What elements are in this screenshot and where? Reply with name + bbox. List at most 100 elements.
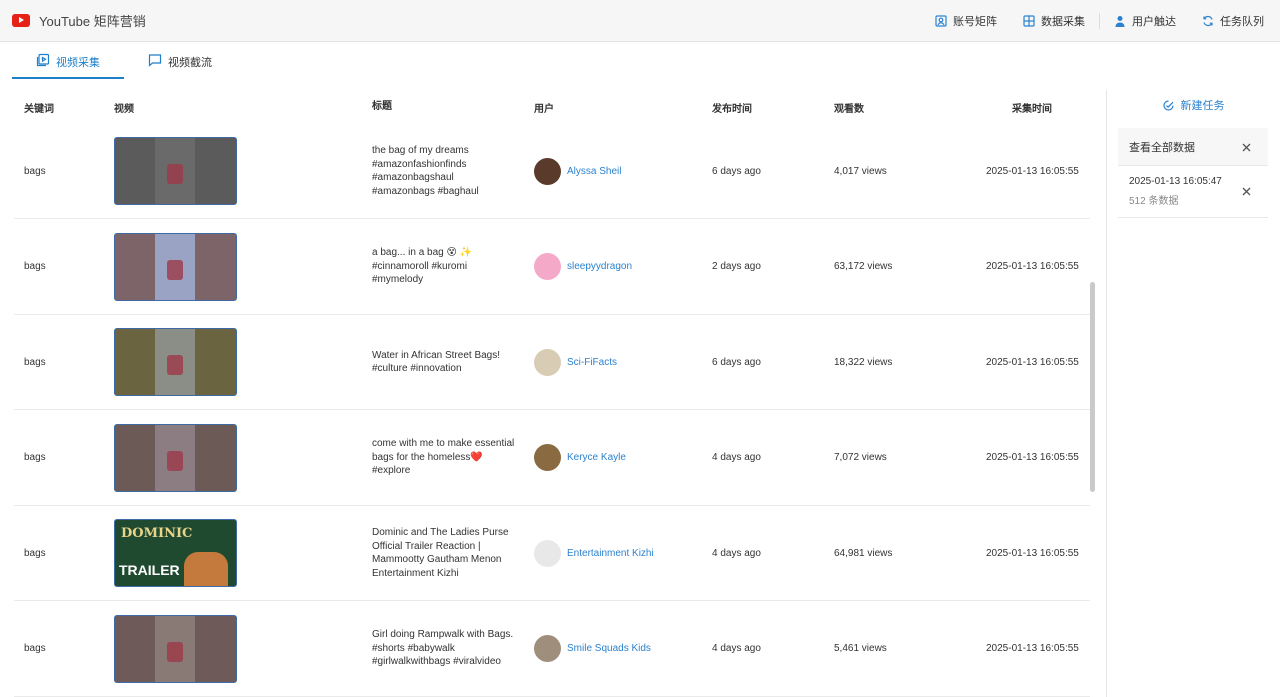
new-task-button[interactable]: 新建任务: [1118, 90, 1268, 120]
top-bar: YouTube 矩阵营销 账号矩阵 数据采集 用户触达 任务队列: [0, 0, 1280, 42]
table-row[interactable]: bags Water in African Street Bags! #cult…: [14, 315, 1090, 410]
views-cell: 4,017 views: [834, 165, 887, 177]
published-cell: 6 days ago: [712, 165, 761, 177]
nav-label: 账号矩阵: [953, 16, 997, 28]
tab-label: 视频采集: [56, 57, 100, 69]
tab-bar: 视频采集 视频截流: [12, 50, 236, 79]
scrollbar-thumb[interactable]: [1090, 282, 1095, 492]
refresh-icon: [1203, 15, 1213, 27]
add-task-icon: [1162, 99, 1174, 111]
avatar: [534, 253, 561, 280]
table-row[interactable]: bags come with me to make essential bags…: [14, 411, 1090, 506]
title-cell: Dominic and The Ladies Purse Official Tr…: [372, 527, 509, 579]
nav-account-matrix[interactable]: 账号矩阵: [935, 13, 997, 29]
video-thumbnail[interactable]: [114, 232, 237, 301]
user-cell[interactable]: Alyssa Sheil: [534, 157, 621, 185]
avatar: [534, 635, 561, 662]
thumb-subcaption: TRAILER: [119, 562, 180, 578]
user-cell[interactable]: Smile Squads Kids: [534, 635, 651, 662]
video-thumbnail[interactable]: [114, 614, 237, 683]
collected-cell: 2025-01-13 16:05:55: [986, 452, 1079, 463]
video-icon: [36, 53, 50, 67]
keyword-cell: bags: [24, 452, 46, 463]
view-all-data[interactable]: 查看全部数据: [1118, 128, 1268, 166]
user-link[interactable]: sleepyydragon: [567, 261, 632, 272]
youtube-logo-icon: [12, 14, 30, 27]
table-row[interactable]: bags Girl doing Rampwalk with Bags. #sho…: [14, 602, 1090, 697]
user-icon: [1115, 16, 1125, 27]
close-icon[interactable]: [1241, 142, 1252, 153]
views-cell: 5,461 views: [834, 643, 887, 654]
close-icon[interactable]: [1241, 186, 1252, 197]
video-thumbnail[interactable]: DOMINIC TRAILER: [114, 519, 237, 587]
collected-cell: 2025-01-13 16:05:55: [986, 165, 1079, 177]
header-video: 视频: [114, 103, 134, 115]
collected-cell: 2025-01-13 16:05:55: [986, 643, 1079, 654]
header-keyword: 关键词: [24, 103, 54, 115]
table-row[interactable]: bags a bag... in a bag 😵 ✨ #cinnamoroll …: [14, 220, 1090, 315]
video-thumbnail[interactable]: [114, 328, 237, 396]
video-table: 关键词 视频 标题 用户 发布时间 观看数 采集时间 bags the bag …: [14, 90, 1090, 697]
nav-label: 用户触达: [1132, 16, 1176, 28]
user-cell[interactable]: sleepyydragon: [534, 253, 632, 280]
title-cell: the bag of my dreams #amazonfashionfinds…: [372, 145, 479, 197]
video-thumbnail[interactable]: [114, 137, 237, 205]
keyword-cell: bags: [24, 261, 46, 272]
published-cell: 4 days ago: [712, 547, 761, 559]
avatar: [534, 539, 561, 567]
avatar: [534, 157, 561, 185]
avatar: [534, 444, 561, 471]
published-cell: 2 days ago: [712, 261, 761, 272]
user-link[interactable]: Smile Squads Kids: [567, 643, 651, 654]
keyword-cell: bags: [24, 356, 46, 368]
thumb-subject: [167, 355, 183, 375]
thumb-subject: [167, 164, 183, 184]
collected-cell: 2025-01-13 16:05:55: [986, 261, 1079, 272]
table-scrollbar[interactable]: [1089, 90, 1095, 697]
video-thumbnail[interactable]: [114, 423, 237, 492]
table-row[interactable]: bags DOMINIC TRAILER Dominic and The Lad…: [14, 506, 1090, 601]
nav-user-reach[interactable]: 用户触达: [1114, 13, 1176, 29]
views-cell: 63,172 views: [834, 261, 893, 272]
table-row[interactable]: bags the bag of my dreams #amazonfashion…: [14, 124, 1090, 219]
new-task-label: 新建任务: [1180, 100, 1225, 112]
top-nav: 账号矩阵 数据采集 用户触达 任务队列: [909, 0, 1264, 42]
thumb-subject: [167, 259, 183, 280]
task-time: 2025-01-13 16:05:47: [1129, 176, 1222, 187]
user-cell[interactable]: Sci-FiFacts: [534, 348, 617, 376]
nav-label: 数据采集: [1041, 16, 1085, 28]
title-cell: Girl doing Rampwalk with Bags. #shorts #…: [372, 629, 514, 668]
thumb-subject: [167, 641, 183, 662]
nav-data-collection[interactable]: 数据采集: [1023, 13, 1085, 29]
user-cell[interactable]: Keryce Kayle: [534, 444, 626, 471]
tab-video-intercept[interactable]: 视频截流: [124, 50, 236, 79]
user-link[interactable]: Keryce Kayle: [567, 452, 626, 463]
avatar: [534, 348, 561, 376]
user-cell[interactable]: Entertainment Kizhi: [534, 539, 654, 567]
keyword-cell: bags: [24, 165, 46, 177]
nav-label: 任务队列: [1220, 16, 1264, 28]
thumb-subject: [167, 450, 183, 471]
table-header: 关键词 视频 标题 用户 发布时间 观看数 采集时间: [14, 90, 1090, 124]
panel-divider: [1106, 90, 1107, 697]
title-cell: come with me to make essential bags for …: [372, 438, 515, 477]
user-link[interactable]: Sci-FiFacts: [567, 357, 617, 368]
thumb-figure: [184, 552, 228, 586]
nav-task-queue[interactable]: 任务队列: [1202, 13, 1264, 29]
brand[interactable]: YouTube 矩阵营销: [12, 11, 146, 30]
thumb-caption: DOMINIC: [121, 526, 193, 541]
published-cell: 6 days ago: [712, 356, 761, 368]
views-cell: 7,072 views: [834, 452, 887, 463]
header-user: 用户: [534, 103, 554, 115]
tab-video-collect[interactable]: 视频采集: [12, 50, 124, 79]
collected-cell: 2025-01-13 16:05:55: [986, 547, 1079, 559]
view-all-label: 查看全部数据: [1129, 141, 1195, 154]
header-published: 发布时间: [712, 103, 752, 115]
task-panel: 新建任务 查看全部数据 2025-01-13 16:05:47 512 条数据: [1118, 90, 1268, 218]
task-item[interactable]: 2025-01-13 16:05:47 512 条数据: [1118, 166, 1268, 218]
views-cell: 64,981 views: [834, 547, 893, 559]
user-link[interactable]: Entertainment Kizhi: [567, 548, 654, 559]
title-cell: Water in African Street Bags! #culture #…: [372, 349, 501, 375]
tab-label: 视频截流: [168, 57, 212, 69]
user-link[interactable]: Alyssa Sheil: [567, 166, 621, 177]
